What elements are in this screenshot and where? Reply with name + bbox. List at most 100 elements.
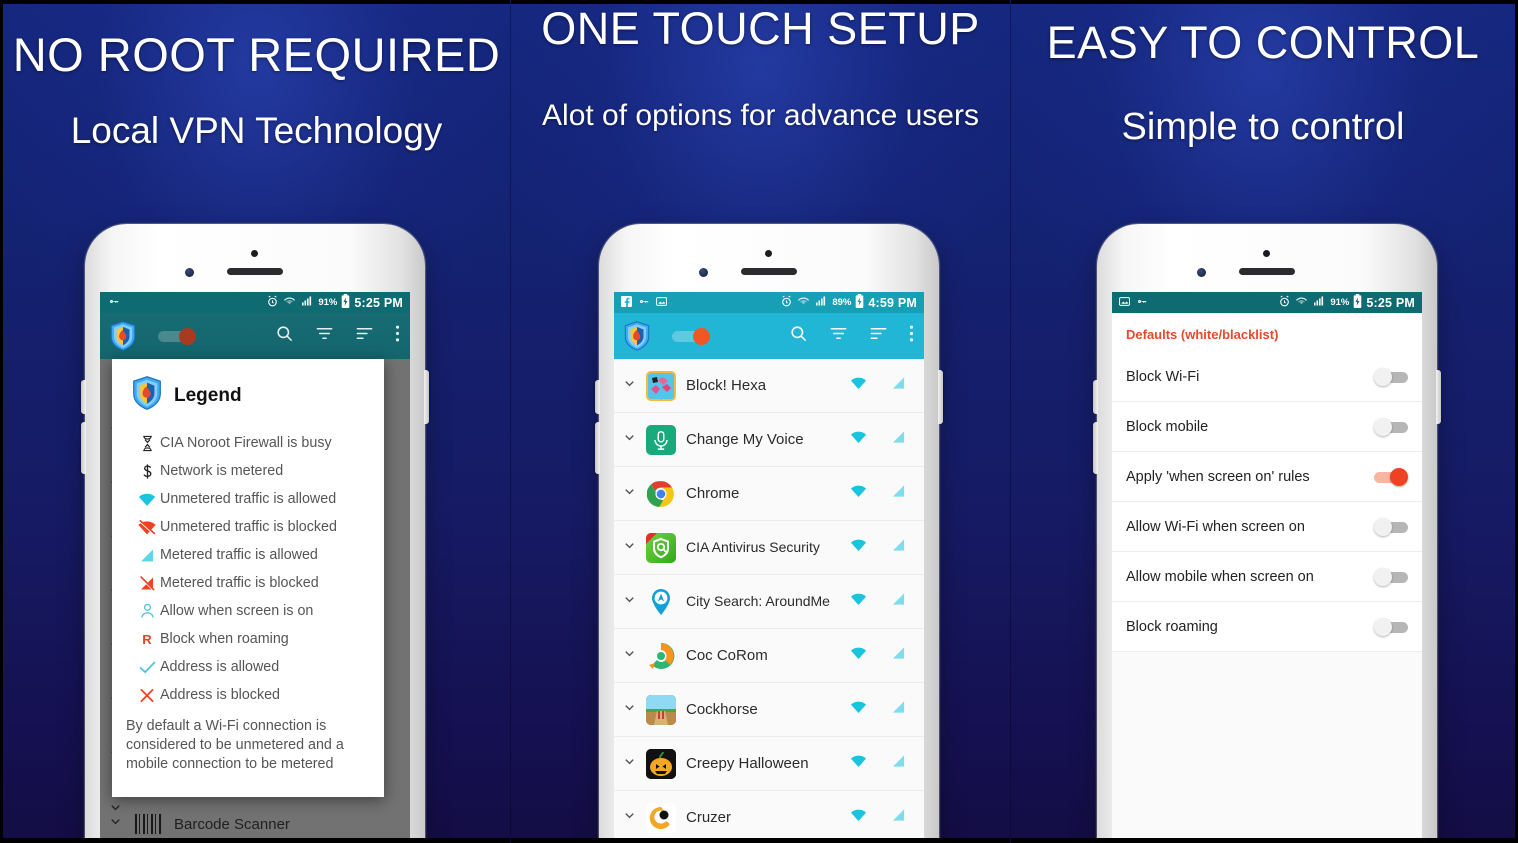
setting-row-apply-screen-on-rules[interactable]: Apply 'when screen on' rules xyxy=(1112,452,1422,502)
app-list[interactable]: Block! Hexa Change My Voice Chrome CIA A… xyxy=(614,359,924,843)
signal-allowed-icon[interactable] xyxy=(891,484,906,503)
bottom-black-bar xyxy=(1011,838,1515,843)
signal-allowed-icon[interactable] xyxy=(891,376,906,395)
panel-easy-to-control: EASY TO CONTROL Simple to control 91% 5:… xyxy=(1010,0,1518,843)
legend-item: Address is allowed xyxy=(134,653,384,681)
wifi-allowed-icon[interactable] xyxy=(850,754,867,773)
settings-empty-area xyxy=(1112,652,1422,843)
front-camera-icon xyxy=(699,268,708,277)
volume-up-button[interactable] xyxy=(81,380,86,414)
legend-item-label: Address is allowed xyxy=(160,659,280,675)
wifi-icon xyxy=(283,295,296,310)
front-camera-icon xyxy=(185,268,194,277)
filter-icon[interactable] xyxy=(829,324,848,348)
clock-3: 5:25 PM xyxy=(1366,295,1415,310)
signal-allowed-icon[interactable] xyxy=(891,808,906,827)
wifi-allowed-icon[interactable] xyxy=(850,430,867,449)
overflow-menu-icon[interactable] xyxy=(909,324,914,348)
chevron-down-icon[interactable] xyxy=(622,376,642,396)
overflow-menu-icon[interactable] xyxy=(395,324,400,348)
screenshot-icon xyxy=(656,296,667,310)
table-row[interactable]: Cockhorse xyxy=(614,683,924,737)
volume-down-button[interactable] xyxy=(81,422,86,474)
shield-logo-icon[interactable] xyxy=(624,321,650,351)
bottom-black-bar xyxy=(511,838,1010,843)
toggle-block-wifi[interactable] xyxy=(1374,367,1408,386)
power-button[interactable] xyxy=(938,370,943,424)
chevron-down-icon[interactable] xyxy=(622,538,642,558)
battery-charging-icon xyxy=(855,294,864,311)
legend-item: Unmetered traffic is allowed xyxy=(134,485,384,513)
legend-dialog-note: By default a Wi-Fi connection is conside… xyxy=(126,718,344,772)
app-name: Cockhorse xyxy=(686,700,758,718)
setting-row-allow-mobile-screen-on[interactable]: Allow mobile when screen on xyxy=(1112,552,1422,602)
search-icon[interactable] xyxy=(789,324,808,348)
chevron-down-icon[interactable] xyxy=(622,592,642,612)
chevron-down-icon[interactable] xyxy=(622,700,642,720)
table-row[interactable]: Cruzer xyxy=(614,791,924,843)
signal-allowed-icon[interactable] xyxy=(891,592,906,611)
shield-logo-icon xyxy=(132,376,162,415)
chevron-down-icon[interactable] xyxy=(622,808,642,828)
volume-up-button[interactable] xyxy=(1093,380,1098,414)
app-icon-block-hexa xyxy=(646,370,676,401)
chevron-down-icon[interactable] xyxy=(622,484,642,504)
toggle-knob xyxy=(1390,467,1408,486)
shield-logo-icon[interactable] xyxy=(110,321,136,351)
power-button[interactable] xyxy=(1436,370,1441,424)
toggle-block-roaming[interactable] xyxy=(1374,617,1408,636)
wifi-allowed-icon[interactable] xyxy=(850,646,867,665)
table-row[interactable]: Chrome xyxy=(614,467,924,521)
settings-list[interactable]: Block Wi-Fi Block mobile Apply 'when scr… xyxy=(1112,352,1422,843)
master-firewall-toggle-2[interactable] xyxy=(672,328,710,345)
volume-down-button[interactable] xyxy=(595,422,600,474)
signal-allowed-icon[interactable] xyxy=(891,700,906,719)
wifi-allowed-icon[interactable] xyxy=(850,484,867,503)
table-row[interactable]: Block! Hexa xyxy=(614,359,924,413)
app-icon-city-search xyxy=(646,587,676,617)
legend-item: CIA Noroot Firewall is busy xyxy=(134,429,384,457)
signal-allowed-icon[interactable] xyxy=(891,538,906,557)
search-icon[interactable] xyxy=(275,324,294,348)
wifi-allowed-icon[interactable] xyxy=(850,376,867,395)
master-firewall-toggle-1[interactable] xyxy=(158,328,196,345)
toggle-allow-mobile-screen-on[interactable] xyxy=(1374,567,1408,586)
legend-dialog-header: Legend xyxy=(112,359,384,425)
volume-up-button[interactable] xyxy=(595,380,600,414)
toggle-knob xyxy=(179,328,196,345)
front-camera-icon xyxy=(1197,268,1206,277)
setting-row-block-roaming[interactable]: Block roaming xyxy=(1112,602,1422,652)
status-bar-1: 91% 5:25 PM xyxy=(100,292,410,313)
chevron-down-icon[interactable] xyxy=(622,754,642,774)
sort-icon[interactable] xyxy=(869,324,888,348)
filter-icon[interactable] xyxy=(315,324,334,348)
toggle-allow-wifi-screen-on[interactable] xyxy=(1374,517,1408,536)
power-button[interactable] xyxy=(424,370,429,424)
app-icon-cruzer xyxy=(646,802,676,833)
chevron-down-icon[interactable] xyxy=(622,430,642,450)
setting-row-block-mobile[interactable]: Block mobile xyxy=(1112,402,1422,452)
setting-row-allow-wifi-screen-on[interactable]: Allow Wi-Fi when screen on xyxy=(1112,502,1422,552)
signal-icon xyxy=(300,295,314,310)
wifi-allowed-icon[interactable] xyxy=(850,592,867,611)
table-row[interactable]: Change My Voice xyxy=(614,413,924,467)
app-icon-cockhorse xyxy=(646,694,676,725)
table-row[interactable]: Coc CoRom xyxy=(614,629,924,683)
setting-row-block-wifi[interactable]: Block Wi-Fi xyxy=(1112,352,1422,402)
table-row[interactable]: CIA Antivirus Security xyxy=(614,521,924,575)
toggle-knob xyxy=(1374,367,1392,386)
toggle-apply-screen-on-rules[interactable] xyxy=(1374,467,1408,486)
table-row[interactable]: Creepy Halloween xyxy=(614,737,924,791)
legend-item-label: Unmetered traffic is allowed xyxy=(160,491,337,507)
toggle-block-mobile[interactable] xyxy=(1374,417,1408,436)
volume-down-button[interactable] xyxy=(1093,422,1098,474)
wifi-allowed-icon[interactable] xyxy=(850,700,867,719)
signal-allowed-icon[interactable] xyxy=(891,646,906,665)
wifi-allowed-icon[interactable] xyxy=(850,538,867,557)
sort-icon[interactable] xyxy=(355,324,374,348)
signal-allowed-icon[interactable] xyxy=(891,754,906,773)
table-row[interactable]: City Search: AroundMe xyxy=(614,575,924,629)
signal-allowed-icon[interactable] xyxy=(891,430,906,449)
wifi-allowed-icon[interactable] xyxy=(850,808,867,827)
chevron-down-icon[interactable] xyxy=(622,646,642,666)
